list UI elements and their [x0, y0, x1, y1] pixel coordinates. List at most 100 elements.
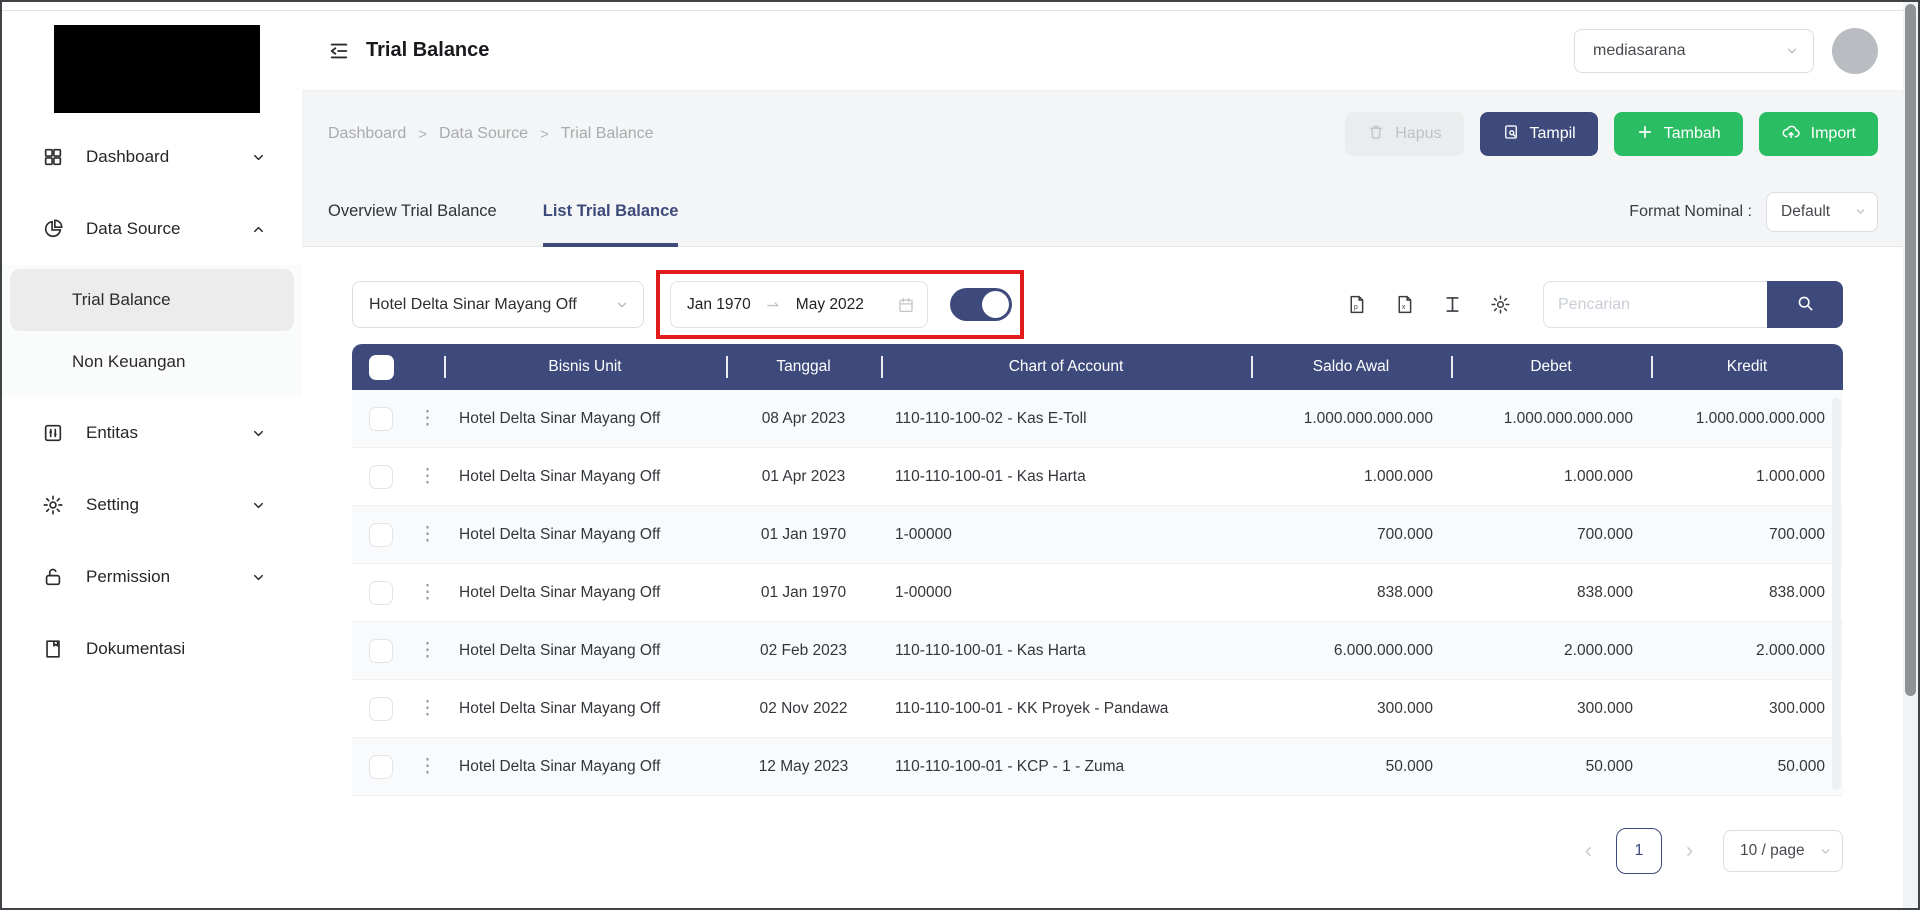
sidebar-item-data-source[interactable]: Data Source — [2, 193, 302, 265]
sidebar-item-non-keuangan[interactable]: Non Keuangan — [2, 331, 302, 393]
row-checkbox[interactable] — [369, 580, 393, 605]
breadcrumb-data-source[interactable]: Data Source — [439, 125, 528, 143]
tab-list-trial-balance[interactable]: List Trial Balance — [542, 177, 678, 247]
format-nominal-select[interactable]: Default — [1766, 191, 1878, 232]
breadcrumb-dashboard[interactable]: Dashboard — [328, 125, 406, 143]
date-range-picker[interactable]: Jan 1970 May 2022 — [670, 281, 928, 328]
cell-kredit: 700.000 — [1768, 525, 1825, 543]
pie-chart-icon — [42, 218, 64, 240]
toggle-knob — [982, 291, 1009, 318]
cell-chart-of-account: 1-00000 — [895, 525, 952, 543]
page-number-button[interactable]: 1 — [1616, 828, 1662, 874]
avatar[interactable] — [1832, 27, 1878, 74]
row-checkbox[interactable] — [369, 638, 393, 663]
cell-saldo-awal: 1.000.000 — [1364, 467, 1433, 485]
tampil-button[interactable]: Tampil — [1479, 112, 1598, 156]
sidebar-item-setting[interactable]: Setting — [2, 469, 302, 541]
column-header-saldo-awal[interactable]: Saldo Awal — [1251, 344, 1451, 390]
row-checkbox[interactable] — [369, 464, 393, 489]
submenu-item-label: Non Keuangan — [72, 352, 186, 371]
row-actions-icon[interactable]: ⋮ — [418, 467, 437, 486]
cell-saldo-awal: 700.000 — [1376, 525, 1433, 543]
row-height-icon[interactable] — [1442, 294, 1463, 315]
table-row: ⋮ Hotel Delta Sinar Mayang Off 08 Apr 20… — [352, 390, 1843, 448]
cloud-upload-icon — [1781, 122, 1801, 147]
page-size-select[interactable]: 10 / page — [1723, 830, 1843, 872]
row-checkbox[interactable] — [369, 696, 393, 721]
business-unit-select[interactable]: Hotel Delta Sinar Mayang Off — [352, 281, 644, 328]
sidebar-item-dokumentasi[interactable]: Dokumentasi — [2, 613, 302, 685]
format-nominal-label: Format Nominal : — [1629, 202, 1752, 220]
previous-page-icon[interactable] — [1581, 844, 1596, 859]
cell-tanggal: 08 Apr 2023 — [761, 409, 846, 427]
sliders-icon — [42, 422, 64, 444]
row-actions-icon[interactable]: ⋮ — [418, 757, 437, 776]
column-header-kredit[interactable]: Kredit — [1651, 344, 1843, 390]
sidebar: Dashboard Data Source Trial Balance Non … — [2, 11, 302, 907]
document-icon — [42, 638, 64, 660]
column-header-debet[interactable]: Debet — [1451, 344, 1651, 390]
top-header: Trial Balance mediasarana — [302, 11, 1918, 91]
row-actions-icon[interactable]: ⋮ — [418, 409, 437, 428]
cell-bisnis-unit: Hotel Delta Sinar Mayang Off — [459, 467, 661, 485]
row-actions-icon[interactable]: ⋮ — [418, 641, 437, 660]
breadcrumb: Dashboard > Data Source > Trial Balance — [328, 125, 654, 143]
cell-saldo-awal: 300.000 — [1376, 699, 1433, 717]
workspace-select[interactable]: mediasarana — [1574, 28, 1814, 73]
sidebar-item-label: Data Source — [86, 219, 181, 238]
svg-text:p: p — [1354, 304, 1358, 311]
table-row: ⋮ Hotel Delta Sinar Mayang Off 01 Jan 19… — [352, 564, 1843, 622]
cell-tanggal: 01 Apr 2023 — [761, 467, 846, 485]
clipboard-search-icon — [1502, 123, 1520, 146]
column-header-bisnis-unit[interactable]: Bisnis Unit — [444, 344, 726, 390]
sidebar-item-permission[interactable]: Permission — [2, 541, 302, 613]
sidebar-item-dashboard[interactable]: Dashboard — [2, 121, 302, 193]
cell-kredit: 300.000 — [1768, 699, 1825, 717]
tab-overview-trial-balance[interactable]: Overview Trial Balance — [328, 177, 497, 246]
cell-saldo-awal: 838.000 — [1376, 583, 1433, 601]
page-scrollbar-thumb[interactable] — [1905, 4, 1916, 696]
workspace-select-value: mediasarana — [1593, 41, 1686, 59]
export-excel-icon[interactable]: x — [1394, 294, 1415, 315]
calendar-icon — [897, 296, 915, 314]
table-header: Bisnis Unit Tanggal Chart of Account Sal… — [352, 344, 1843, 390]
cell-chart-of-account: 110-110-100-01 - Kas Harta — [895, 641, 1086, 659]
table-body: ⋮ Hotel Delta Sinar Mayang Off 08 Apr 20… — [352, 390, 1843, 796]
import-button[interactable]: Import — [1758, 112, 1878, 156]
breadcrumb-trial-balance[interactable]: Trial Balance — [561, 125, 654, 143]
row-checkbox[interactable] — [369, 522, 393, 547]
export-pdf-icon[interactable]: p — [1346, 294, 1367, 315]
column-settings-gear-icon[interactable] — [1490, 294, 1511, 315]
date-start-value: Jan 1970 — [687, 295, 751, 313]
search-input[interactable] — [1543, 281, 1767, 328]
search-button[interactable] — [1767, 281, 1843, 328]
sidebar-item-entitas[interactable]: Entitas — [2, 397, 302, 469]
select-all-checkbox[interactable] — [369, 354, 394, 380]
row-actions-icon[interactable]: ⋮ — [418, 699, 437, 718]
column-header-chart-of-account[interactable]: Chart of Account — [881, 344, 1251, 390]
next-page-icon[interactable] — [1682, 844, 1697, 859]
app-logo-redacted — [54, 25, 260, 113]
sidebar-item-label: Dokumentasi — [86, 639, 186, 658]
cell-debet: 50.000 — [1585, 757, 1633, 775]
page-scrollbar[interactable] — [1903, 2, 1918, 908]
date-filter-toggle[interactable] — [950, 288, 1012, 321]
row-checkbox[interactable] — [369, 406, 393, 431]
menu-fold-icon[interactable] — [328, 40, 350, 62]
cell-tanggal: 01 Jan 1970 — [760, 525, 847, 543]
table-scrollbar[interactable] — [1832, 398, 1841, 790]
hapus-button[interactable]: Hapus — [1345, 112, 1464, 156]
date-end-value: May 2022 — [795, 295, 864, 313]
row-actions-icon[interactable]: ⋮ — [418, 525, 437, 544]
chevron-down-icon — [615, 298, 629, 312]
cell-kredit: 1.000.000.000.000 — [1695, 409, 1825, 427]
sidebar-item-trial-balance[interactable]: Trial Balance — [10, 269, 294, 331]
cell-chart-of-account: 110-110-100-02 - Kas E-Toll — [895, 409, 1087, 427]
row-actions-icon[interactable]: ⋮ — [418, 583, 437, 602]
pagination: 1 10 / page — [352, 828, 1843, 874]
row-checkbox[interactable] — [369, 754, 393, 779]
cell-chart-of-account: 1-00000 — [895, 583, 952, 601]
column-header-tanggal[interactable]: Tanggal — [726, 344, 881, 390]
cell-saldo-awal: 50.000 — [1385, 757, 1433, 775]
tambah-button[interactable]: Tambah — [1613, 112, 1743, 156]
